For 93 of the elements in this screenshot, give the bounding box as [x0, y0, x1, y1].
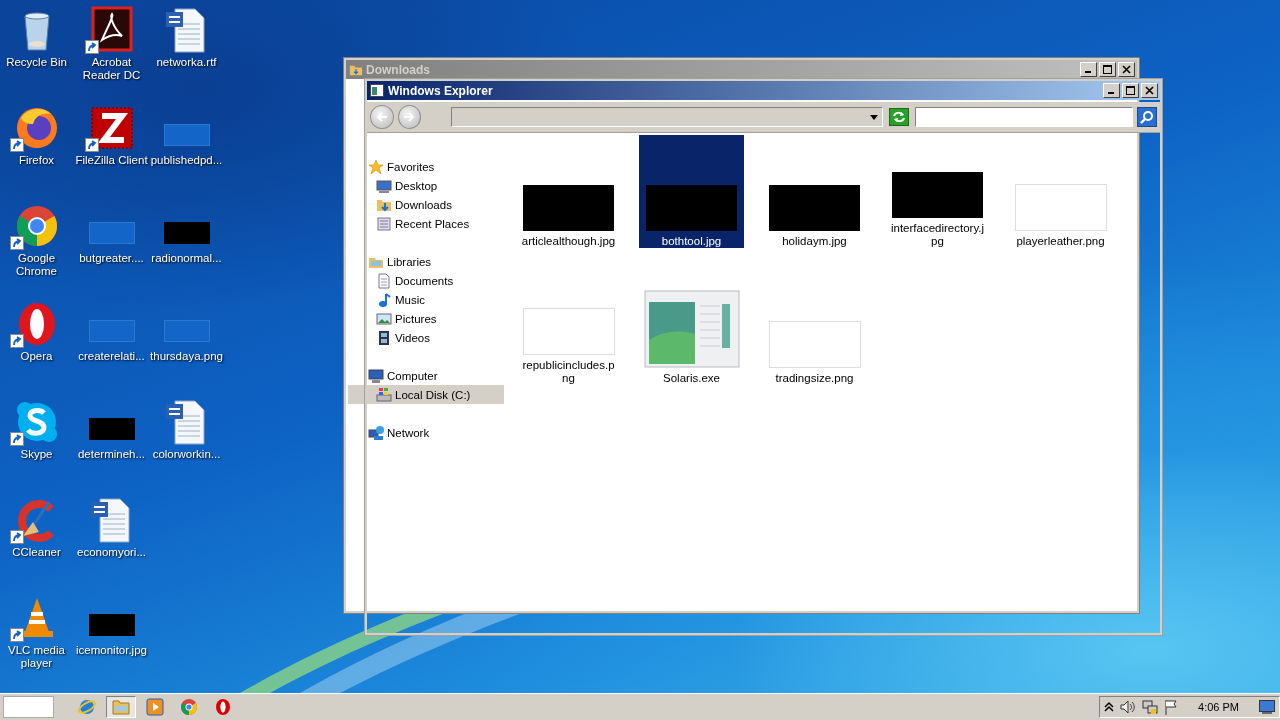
computer-icon: [368, 367, 384, 384]
maximize-icon: [1103, 65, 1112, 74]
file-item[interactable]: interfacedirectory.jpg: [885, 135, 990, 248]
clock[interactable]: 4:06 PM: [1198, 701, 1239, 713]
close-button[interactable]: [1118, 62, 1135, 77]
nav-item[interactable]: Favorites: [348, 157, 504, 176]
maximize-button[interactable]: [1099, 62, 1116, 77]
file-item[interactable]: playerleather.png: [1008, 135, 1113, 248]
film-strip-icon: [376, 329, 392, 346]
search-button[interactable]: [1137, 107, 1157, 127]
desktop-icon-label[interactable]: butgreater....: [79, 252, 144, 265]
search-field[interactable]: [914, 107, 1134, 127]
desktop-icon-label[interactable]: networka.rtf: [156, 56, 217, 69]
desktop-icon-label[interactable]: CCleaner: [12, 546, 61, 559]
start-button[interactable]: [3, 696, 54, 718]
file-item[interactable]: tradingsize.png: [762, 272, 867, 385]
desktop-icon-label[interactable]: radionormal...: [151, 252, 222, 265]
close-button[interactable]: [1141, 83, 1158, 98]
close-icon: [1145, 86, 1154, 95]
dropdown-caret-icon: [869, 114, 878, 120]
nav-item[interactable]: Libraries: [348, 252, 504, 271]
star-icon: [368, 158, 384, 175]
minimize-button[interactable]: [1080, 62, 1097, 77]
desktop-icon-label[interactable]: icemonitor.jpg: [76, 644, 147, 657]
nav-item[interactable]: Downloads: [348, 195, 504, 214]
thumbnail-icon: [1014, 184, 1107, 231]
nav-item[interactable]: Computer: [348, 366, 504, 385]
nav-item[interactable]: Desktop: [348, 176, 504, 195]
nav-item[interactable]: Recent Places: [348, 214, 504, 233]
hard-disk-icon: [376, 386, 392, 403]
desktop-icon-label[interactable]: createrelati...: [78, 350, 145, 363]
desktop-icon-label[interactable]: Firefox: [18, 154, 55, 167]
desktop-icon-label[interactable]: determineh...: [77, 448, 146, 461]
back-arrow-icon: [374, 111, 389, 123]
speaker-icon[interactable]: [1120, 700, 1137, 714]
thumbnail-icon: [769, 185, 860, 231]
browser-icon: [77, 697, 97, 717]
search-icon: [1140, 110, 1155, 124]
thumbnail-icon: [646, 185, 737, 231]
desktop-icon-label[interactable]: Google Chrome: [0, 252, 74, 278]
thumbnail-icon: [768, 321, 861, 368]
recent-places-icon: [376, 215, 392, 232]
nav-item[interactable]: Music: [348, 290, 504, 309]
window-title: Windows Explorer: [388, 83, 493, 98]
maximize-icon: [1126, 86, 1135, 95]
thumbnail-icon: [523, 185, 614, 231]
file-item[interactable]: articlealthough.jpg: [516, 135, 621, 248]
file-item[interactable]: republicincludes.png: [516, 272, 621, 385]
forward-arrow-icon: [402, 111, 417, 123]
taskbar-button[interactable]: [106, 696, 136, 718]
show-desktop-icon[interactable]: [1259, 700, 1275, 714]
document-icon: [376, 272, 392, 289]
desktop-icon-label[interactable]: Opera: [20, 350, 53, 363]
window-icon: [370, 84, 384, 97]
thumbnail-icon: [892, 172, 983, 218]
nav-item[interactable]: Documents: [348, 271, 504, 290]
window-title: Downloads: [366, 62, 430, 77]
application-window-icon: [643, 290, 740, 368]
chevron-up-icon[interactable]: [1104, 701, 1115, 713]
network-icon[interactable]: [1142, 699, 1159, 715]
desktop-icon-label[interactable]: publishedpd...: [150, 154, 223, 167]
nav-item[interactable]: Network: [348, 423, 504, 442]
desktop-icon-label[interactable]: colorworkin...: [152, 448, 221, 461]
minimize-button[interactable]: [1103, 83, 1120, 98]
file-item[interactable]: holidaym.jpg: [762, 135, 867, 248]
browser-icon: [213, 697, 233, 717]
nav-item[interactable]: Local Disk (C:): [348, 385, 504, 404]
refresh-button[interactable]: [888, 108, 909, 126]
pictures-icon: [376, 310, 392, 327]
browser-icon: [179, 697, 199, 717]
file-item[interactable]: Solaris.exe: [639, 272, 744, 385]
file-item[interactable]: bothtool.jpg: [639, 135, 744, 248]
forward-button[interactable]: [397, 105, 422, 129]
flag-icon[interactable]: [1164, 699, 1179, 715]
desktop-icon-label[interactable]: Recycle Bin: [6, 56, 67, 69]
network-icon: [368, 424, 384, 441]
desktop-icon-label[interactable]: economyori...: [77, 546, 146, 559]
desktop-icon-label[interactable]: FileZilla Client: [75, 154, 148, 167]
desktop-icon-label[interactable]: Skype: [20, 448, 53, 461]
desktop-icon-label[interactable]: VLC media player: [0, 644, 74, 670]
folder-icon: [111, 697, 131, 717]
music-note-icon: [376, 291, 392, 308]
desktop-icon-label[interactable]: thursdaya.png: [150, 350, 223, 363]
thumbnail-icon: [522, 308, 615, 355]
nav-item[interactable]: Videos: [348, 328, 504, 347]
nav-item[interactable]: Pictures: [348, 309, 504, 328]
close-icon: [1122, 65, 1131, 74]
desktop-icon: [376, 177, 392, 194]
back-button[interactable]: [370, 105, 394, 129]
maximize-button[interactable]: [1122, 83, 1139, 98]
desktop-icon-label[interactable]: Acrobat Reader DC: [74, 56, 149, 82]
media-player-icon: [145, 697, 165, 717]
address-field[interactable]: [451, 107, 883, 127]
